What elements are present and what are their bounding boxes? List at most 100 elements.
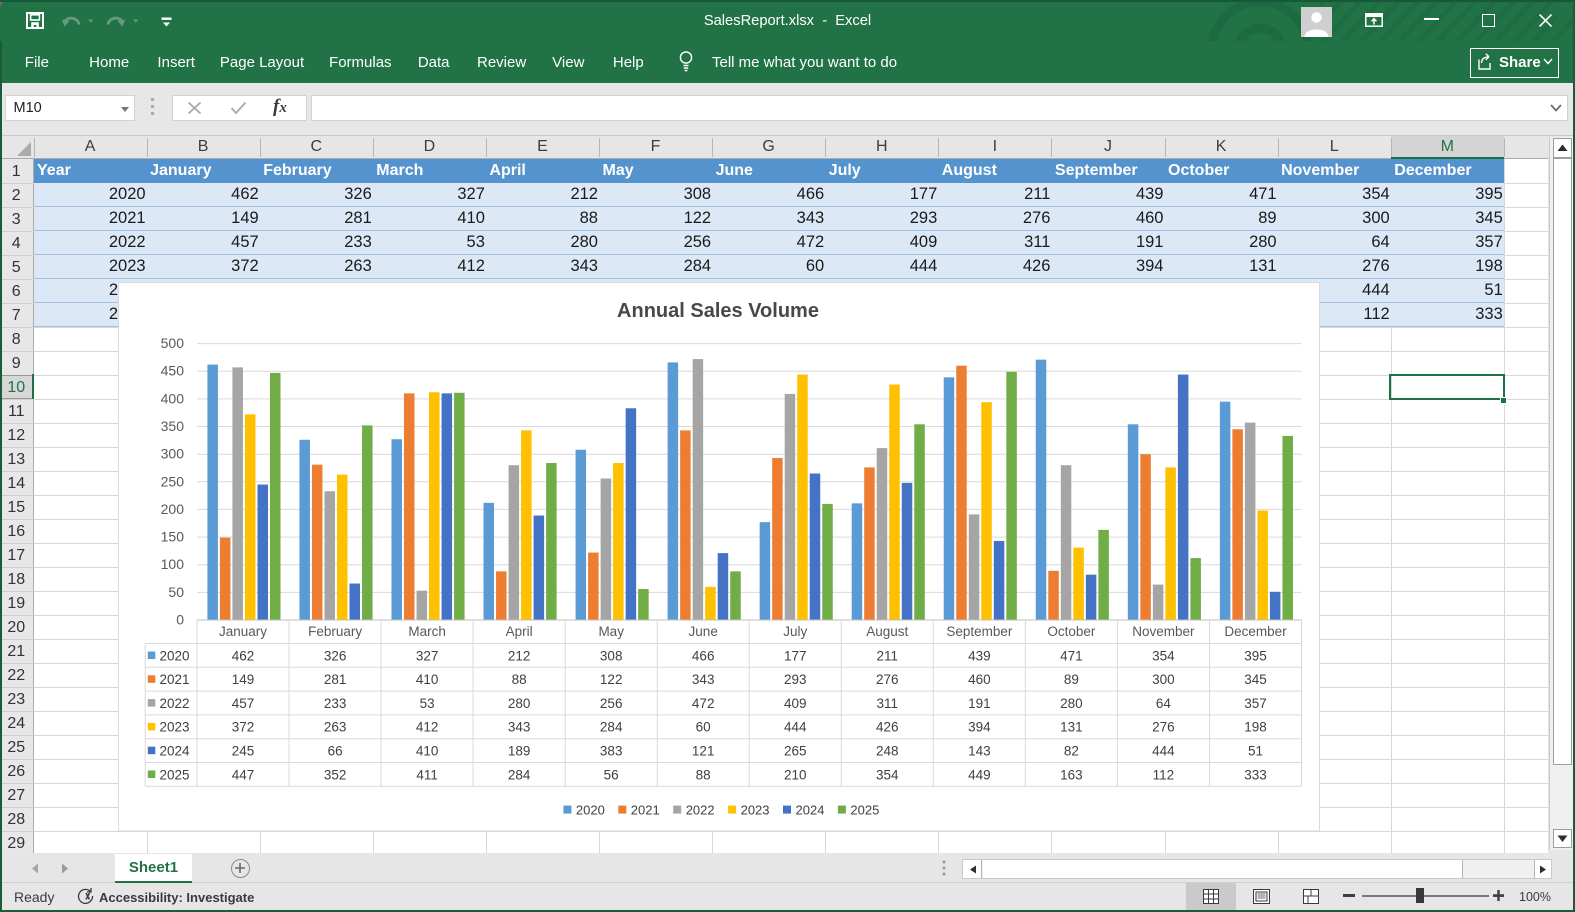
svg-text:August: August xyxy=(866,624,908,639)
svg-text:2020: 2020 xyxy=(159,648,189,663)
svg-text:210: 210 xyxy=(784,767,807,782)
svg-text:150: 150 xyxy=(160,529,184,545)
svg-text:352: 352 xyxy=(323,767,346,782)
svg-text:471: 471 xyxy=(1060,648,1083,663)
svg-text:293: 293 xyxy=(784,672,807,687)
svg-text:281: 281 xyxy=(323,672,346,687)
svg-text:265: 265 xyxy=(784,744,807,759)
svg-text:410: 410 xyxy=(415,672,438,687)
svg-text:2023: 2023 xyxy=(159,720,189,735)
svg-text:198: 198 xyxy=(1244,720,1267,735)
svg-text:163: 163 xyxy=(1060,767,1083,782)
svg-text:345: 345 xyxy=(1244,672,1267,687)
svg-text:354: 354 xyxy=(1152,648,1175,663)
svg-text:122: 122 xyxy=(599,672,622,687)
svg-text:327: 327 xyxy=(415,648,438,663)
svg-text:51: 51 xyxy=(1247,744,1262,759)
svg-text:256: 256 xyxy=(599,696,622,711)
svg-text:357: 357 xyxy=(1244,696,1267,711)
svg-text:343: 343 xyxy=(507,720,530,735)
svg-text:December: December xyxy=(1224,624,1287,639)
svg-text:June: June xyxy=(688,624,717,639)
svg-text:212: 212 xyxy=(507,648,530,663)
svg-text:276: 276 xyxy=(876,672,899,687)
svg-text:2020: 2020 xyxy=(575,803,604,818)
svg-text:112: 112 xyxy=(1152,767,1174,782)
svg-text:189: 189 xyxy=(507,744,530,759)
svg-text:2022: 2022 xyxy=(685,803,714,818)
svg-text:January: January xyxy=(218,624,266,639)
svg-text:400: 400 xyxy=(160,390,184,406)
svg-text:2024: 2024 xyxy=(159,744,190,759)
svg-text:May: May xyxy=(598,624,624,639)
svg-text:466: 466 xyxy=(691,648,714,663)
svg-text:October: October xyxy=(1047,624,1096,639)
svg-text:2023: 2023 xyxy=(740,803,769,818)
svg-text:88: 88 xyxy=(695,767,710,782)
svg-text:66: 66 xyxy=(327,744,342,759)
svg-text:280: 280 xyxy=(507,696,530,711)
svg-text:2025: 2025 xyxy=(850,803,879,818)
svg-text:250: 250 xyxy=(160,473,184,489)
svg-text:131: 131 xyxy=(1060,720,1083,735)
svg-text:412: 412 xyxy=(415,720,438,735)
svg-text:64: 64 xyxy=(1155,696,1171,711)
svg-text:343: 343 xyxy=(691,672,714,687)
svg-text:410: 410 xyxy=(415,744,438,759)
svg-text:177: 177 xyxy=(784,648,807,663)
svg-text:82: 82 xyxy=(1063,744,1078,759)
svg-text:308: 308 xyxy=(599,648,622,663)
svg-text:300: 300 xyxy=(1152,672,1175,687)
svg-text:472: 472 xyxy=(691,696,714,711)
svg-text:439: 439 xyxy=(968,648,991,663)
svg-text:426: 426 xyxy=(876,720,899,735)
svg-text:394: 394 xyxy=(968,720,991,735)
svg-text:354: 354 xyxy=(876,767,899,782)
svg-text:460: 460 xyxy=(968,672,991,687)
svg-text:2021: 2021 xyxy=(630,803,659,818)
svg-text:444: 444 xyxy=(784,720,807,735)
svg-text:2022: 2022 xyxy=(159,696,189,711)
svg-text:September: September xyxy=(946,624,1013,639)
svg-text:143: 143 xyxy=(968,744,991,759)
svg-text:November: November xyxy=(1132,624,1195,639)
svg-text:395: 395 xyxy=(1244,648,1267,663)
svg-text:350: 350 xyxy=(160,418,184,434)
svg-text:211: 211 xyxy=(876,648,898,663)
svg-text:450: 450 xyxy=(160,363,184,379)
svg-text:444: 444 xyxy=(1152,744,1175,759)
svg-text:0: 0 xyxy=(176,612,184,628)
svg-text:284: 284 xyxy=(599,720,622,735)
svg-text:300: 300 xyxy=(160,446,184,462)
svg-text:149: 149 xyxy=(231,672,254,687)
svg-text:245: 245 xyxy=(231,744,254,759)
svg-text:50: 50 xyxy=(168,584,184,600)
svg-text:100: 100 xyxy=(160,556,184,572)
svg-text:233: 233 xyxy=(323,696,346,711)
svg-text:333: 333 xyxy=(1244,767,1267,782)
svg-text:2021: 2021 xyxy=(159,672,189,687)
svg-text:326: 326 xyxy=(323,648,346,663)
svg-text:Annual Sales Volume: Annual Sales Volume xyxy=(617,300,819,322)
svg-text:311: 311 xyxy=(876,696,898,711)
svg-text:88: 88 xyxy=(511,672,526,687)
svg-text:February: February xyxy=(308,624,362,639)
svg-text:July: July xyxy=(783,624,807,639)
svg-text:383: 383 xyxy=(599,744,622,759)
svg-text:409: 409 xyxy=(784,696,807,711)
svg-text:89: 89 xyxy=(1063,672,1078,687)
svg-text:200: 200 xyxy=(160,501,184,517)
svg-text:April: April xyxy=(505,624,532,639)
svg-text:121: 121 xyxy=(691,744,714,759)
svg-text:248: 248 xyxy=(876,744,899,759)
svg-text:411: 411 xyxy=(416,767,438,782)
svg-text:2025: 2025 xyxy=(159,767,189,782)
svg-text:276: 276 xyxy=(1152,720,1175,735)
svg-text:372: 372 xyxy=(231,720,254,735)
svg-text:263: 263 xyxy=(323,720,346,735)
svg-text:60: 60 xyxy=(695,720,710,735)
svg-text:280: 280 xyxy=(1060,696,1083,711)
svg-text:191: 191 xyxy=(968,696,991,711)
svg-text:56: 56 xyxy=(603,767,618,782)
svg-text:March: March xyxy=(408,624,446,639)
